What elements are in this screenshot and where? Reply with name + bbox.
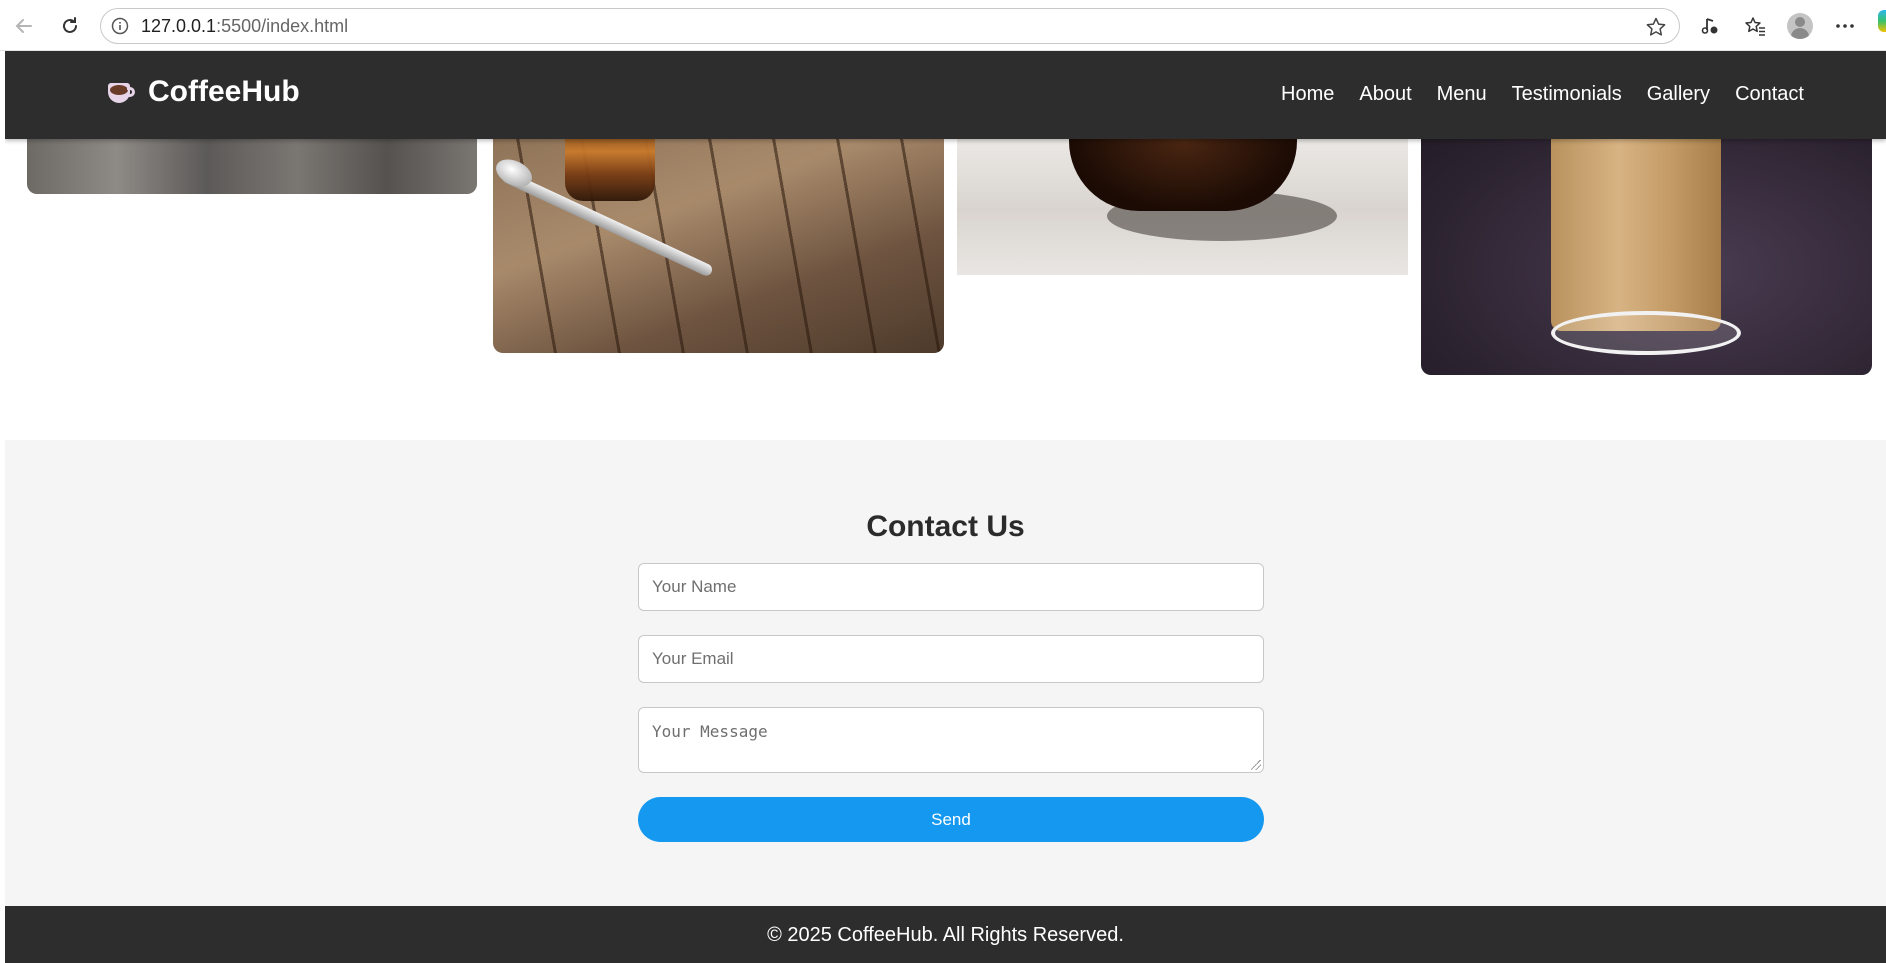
brand-name: CoffeeHub: [148, 75, 300, 108]
favorites-icon[interactable]: [1741, 12, 1769, 40]
url-text: 127.0.0.1:5500/index.html: [141, 16, 348, 37]
cup-shape: [1551, 111, 1721, 331]
page-viewport: CoffeeHub Home About Menu Testimonials G…: [5, 51, 1886, 963]
email-placeholder: Your Email: [652, 649, 734, 668]
name-placeholder: Your Name: [652, 577, 737, 596]
gallery-image-iced-latte: [1421, 111, 1872, 375]
site-header: CoffeeHub Home About Menu Testimonials G…: [5, 51, 1886, 139]
media-control-icon[interactable]: [1696, 12, 1724, 40]
back-icon[interactable]: [10, 12, 38, 40]
url-path: :5500/index.html: [216, 15, 349, 36]
nav-contact[interactable]: Contact: [1735, 83, 1804, 106]
more-options-icon[interactable]: [1831, 12, 1859, 40]
resize-handle[interactable]: [1251, 760, 1261, 770]
main-nav: Home About Menu Testimonials Gallery Con…: [1256, 83, 1804, 106]
email-input[interactable]: Your Email: [638, 635, 1264, 683]
contact-title: Contact Us: [866, 510, 1025, 543]
gallery-image-iced-coffee: [493, 111, 944, 353]
copilot-icon[interactable]: [1878, 10, 1886, 32]
nav-menu[interactable]: Menu: [1437, 83, 1487, 106]
footer-copyright: © 2025 CoffeeHub. All Rights Reserved.: [767, 924, 1124, 946]
nav-gallery[interactable]: Gallery: [1647, 83, 1710, 106]
logo[interactable]: CoffeeHub: [105, 75, 300, 109]
contact-section: Contact Us Your Name Your Email Your Mes…: [5, 440, 1886, 906]
message-textarea[interactable]: Your Message: [638, 707, 1264, 773]
nav-home[interactable]: Home: [1281, 83, 1334, 106]
info-icon[interactable]: [111, 17, 129, 35]
message-placeholder: Your Message: [652, 722, 768, 741]
favorite-star-icon[interactable]: [1645, 16, 1667, 38]
coaster-shape: [1551, 311, 1741, 355]
coffee-cup-icon: [105, 77, 135, 107]
refresh-icon[interactable]: [56, 12, 84, 40]
address-bar[interactable]: 127.0.0.1:5500/index.html: [100, 8, 1680, 44]
url-host: 127.0.0.1: [141, 15, 217, 36]
name-input[interactable]: Your Name: [638, 563, 1264, 611]
send-button[interactable]: Send: [638, 797, 1264, 842]
nav-about[interactable]: About: [1359, 83, 1411, 106]
avatar-icon: [1787, 13, 1813, 39]
nav-testimonials[interactable]: Testimonials: [1512, 83, 1622, 106]
site-footer: © 2025 CoffeeHub. All Rights Reserved.: [5, 906, 1886, 963]
browser-toolbar: 127.0.0.1:5500/index.html: [0, 0, 1886, 51]
profile-avatar[interactable]: [1786, 12, 1814, 40]
